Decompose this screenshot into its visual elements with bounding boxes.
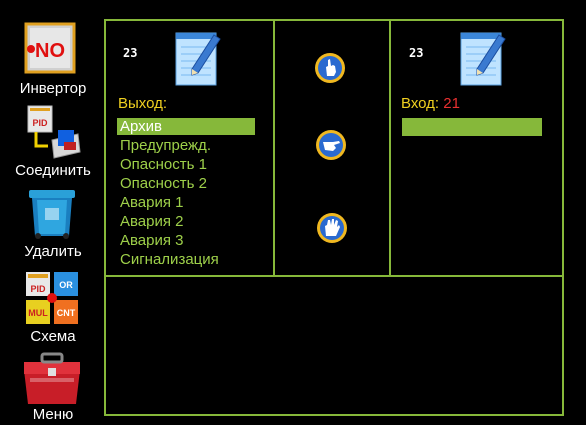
sidebar-item-label: Удалить <box>24 243 82 260</box>
notepad-edit-icon[interactable] <box>170 27 224 89</box>
input-selected-bar[interactable] <box>402 118 542 136</box>
grid-border-bottom <box>104 414 564 416</box>
input-label: Вход: 21 <box>401 95 460 112</box>
list-item-archive[interactable]: Архив <box>117 118 255 135</box>
list-item-signaling[interactable]: Сигнализация <box>117 251 255 268</box>
input-value: 21 <box>443 95 460 112</box>
hand-pointer-up-icon[interactable] <box>314 52 346 84</box>
grid-border-right <box>562 19 564 416</box>
output-label: Выход: <box>118 95 168 112</box>
input-doc-number: 23 <box>409 46 424 60</box>
notepad-edit-icon[interactable] <box>455 27 509 89</box>
sidebar-item-delete[interactable]: Удалить <box>0 186 106 264</box>
list-item-danger-2[interactable]: Опасность 2 <box>117 175 255 192</box>
sidebar-item-label: Меню <box>32 406 74 423</box>
svg-text:CNT: CNT <box>57 308 76 318</box>
grid-divider-right <box>389 19 391 277</box>
list-item-danger-1[interactable]: Опасность 1 <box>117 156 255 173</box>
sidebar-item-label: Инвертор <box>19 80 87 97</box>
sidebar-item-scheme[interactable]: PID OR MUL CNT Схема <box>0 270 106 348</box>
trash-bin-icon <box>29 190 75 239</box>
scheme-icon: PID OR MUL CNT <box>26 272 78 324</box>
svg-text:OR: OR <box>59 280 73 290</box>
sidebar-item-inverter[interactable]: NO Инвертор <box>0 22 106 100</box>
list-item-warning[interactable]: Предупрежд. <box>117 137 255 154</box>
grid-border-top <box>104 19 564 21</box>
list-item-alarm-2[interactable]: Авария 2 <box>117 213 255 230</box>
sidebar-item-label: Соединить <box>15 162 91 179</box>
input-label-text: Вход: <box>401 95 440 112</box>
sidebar-item-connect[interactable]: PID Соединить <box>0 104 106 184</box>
sidebar-item-label: Схема <box>30 328 76 345</box>
hand-open-icon[interactable] <box>316 212 348 244</box>
output-doc-number: 23 <box>123 46 138 60</box>
sidebar-item-menu[interactable]: Меню <box>0 350 106 425</box>
hand-pointer-right-icon[interactable] <box>315 129 347 161</box>
inverter-no-icon: NO <box>24 22 76 74</box>
svg-text:PID: PID <box>30 284 46 294</box>
svg-text:PID: PID <box>32 118 48 128</box>
grid-divider-left <box>273 19 275 277</box>
list-item-alarm-3[interactable]: Авария 3 <box>117 232 255 249</box>
connect-icon: PID <box>27 105 81 159</box>
toolbox-icon <box>24 352 80 404</box>
svg-text:MUL: MUL <box>28 308 48 318</box>
svg-text:NO: NO <box>35 40 65 62</box>
list-item-alarm-1[interactable]: Авария 1 <box>117 194 255 211</box>
bottom-panel <box>106 277 562 414</box>
